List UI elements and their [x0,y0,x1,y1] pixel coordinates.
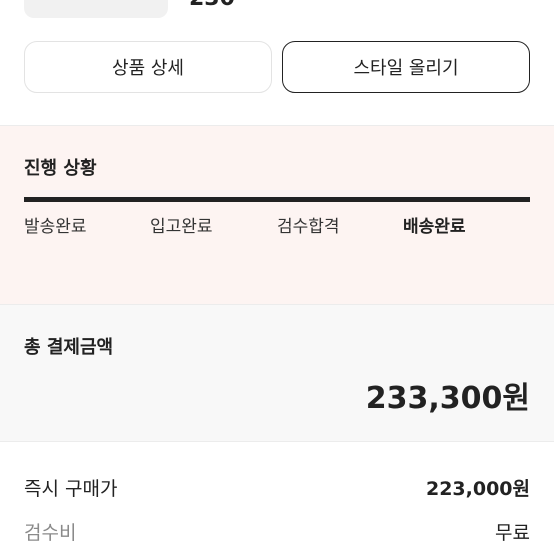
upload-style-button[interactable]: 스타일 올리기 [282,41,530,93]
total-payment-label: 총 결제금액 [24,337,114,358]
step-shipped: 발송완료 [24,217,87,237]
progress-section: 진행 상황 발송완료 입고완료 검수합격 배송완료 [0,125,554,304]
product-size: 230 [189,0,235,11]
progress-bar [24,197,530,202]
inspection-fee-label: 검수비 [24,522,77,544]
divider [0,441,554,442]
instant-buy-price-label: 즉시 구매가 [24,478,118,500]
instant-buy-price-value: 223,000원 [425,478,530,500]
step-delivered: 배송완료 [403,217,466,237]
inspection-fee-value: 무료 [495,522,530,544]
progress-title: 진행 상황 [24,158,97,179]
total-payment-value: 233,300원 [365,381,530,416]
total-payment-section: 총 결제금액 233,300원 [0,304,554,442]
step-inspection-passed: 검수합격 [277,217,340,237]
step-received: 입고완료 [150,217,213,237]
product-detail-button[interactable]: 상품 상세 [24,41,272,93]
product-thumbnail[interactable] [24,0,168,18]
